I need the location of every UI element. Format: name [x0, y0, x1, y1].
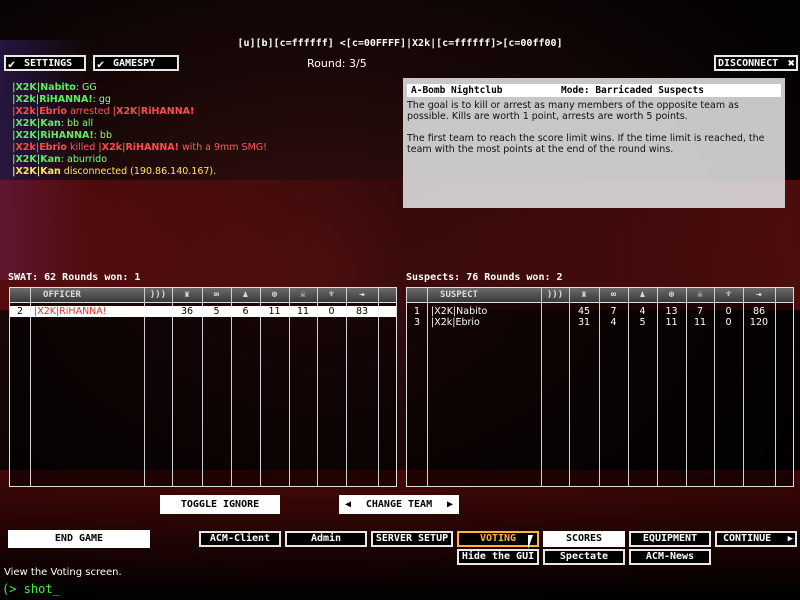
- play-arrow-icon: ▶: [787, 534, 793, 544]
- award-icon[interactable]: ♆: [714, 288, 743, 302]
- close-icon: ✖: [787, 56, 795, 70]
- chat-line: |X2K|RiHANNA!: bb: [12, 130, 112, 141]
- ping-icon[interactable]: ))): [541, 288, 569, 302]
- round-indicator: Round: 3/5: [307, 57, 367, 70]
- console-input[interactable]: (> shot_: [2, 582, 60, 596]
- network-icon[interactable]: ⇥: [346, 288, 378, 302]
- swat-team-title: SWAT: 62 Rounds won: 1: [8, 272, 141, 283]
- suspects-team-title: Suspects: 76 Rounds won: 2: [406, 272, 563, 283]
- voting-button[interactable]: VOTING: [457, 531, 539, 547]
- continue-button[interactable]: CONTINUE ▶: [715, 531, 797, 547]
- end-game-button[interactable]: END GAME: [8, 530, 150, 548]
- chat-log: |X2K|Nabito: GG |X2k|RiHANNA!: gg |X2k|E…: [12, 82, 267, 178]
- network-icon[interactable]: ⇥: [743, 288, 775, 302]
- skull-icon[interactable]: ☠: [289, 288, 317, 302]
- ping-icon[interactable]: ))): [144, 288, 172, 302]
- game-mode: Mode: Barricaded Suspects: [561, 85, 704, 96]
- suspects-scoreboard: SUSPECT ))) ♜ ∞ ♟ ⊕ ☠ ♆ ⇥ 1 |X2K|Nabito …: [406, 287, 794, 487]
- change-team-button[interactable]: ◀ CHANGE TEAM ▶: [339, 495, 459, 514]
- arrow-right-icon: ▶: [446, 499, 453, 510]
- server-setup-button[interactable]: SERVER SETUP: [371, 531, 453, 547]
- trophy-icon[interactable]: ♜: [172, 288, 202, 302]
- toggle-ignore-button[interactable]: TOGGLE IGNORE: [160, 495, 280, 514]
- map-name: A-Bomb Nightclub: [411, 85, 503, 96]
- handcuffs-icon[interactable]: ∞: [599, 288, 628, 302]
- table-row[interactable]: 1 |X2K|Nabito 45 7 4 13 7 0 86: [407, 306, 793, 317]
- swat-scoreboard: OFFICER ))) ♜ ∞ ♟ ⊕ ☠ ♆ ⇥ 2 |X2K|RiHANNA…: [9, 287, 397, 487]
- award-icon[interactable]: ♆: [317, 288, 346, 302]
- chat-line: |X2k|RiHANNA!: gg: [12, 94, 111, 105]
- handcuffs-icon[interactable]: ∞: [202, 288, 231, 302]
- map-info-header: A-Bomb Nightclub Mode: Barricaded Suspec…: [407, 84, 781, 97]
- suspect-column-header[interactable]: SUSPECT: [429, 288, 489, 302]
- trophy-icon[interactable]: ♜: [569, 288, 599, 302]
- server-title: [u][b][c=ffffff] <[c=00FFFF]|X2k|[c=ffff…: [237, 38, 563, 49]
- chat-line: |X2K|Nabito: GG: [12, 82, 97, 93]
- admin-button[interactable]: Admin: [285, 531, 367, 547]
- table-row[interactable]: 2 |X2K|RiHANNA! 36 5 6 11 11 0 83: [10, 306, 396, 317]
- gamespy-button[interactable]: ✔ GAMESPY: [93, 55, 179, 71]
- crosshair-icon[interactable]: ⊕: [260, 288, 289, 302]
- map-description: The goal is to kill or arrest as many me…: [407, 100, 765, 155]
- officer-column-header[interactable]: OFFICER: [32, 288, 92, 302]
- disconnect-button[interactable]: DISCONNECT ✖: [714, 55, 798, 71]
- status-text: View the Voting screen.: [4, 567, 122, 578]
- hide-gui-button[interactable]: Hide the GUI: [457, 549, 539, 565]
- settings-button[interactable]: ✔ SETTINGS: [4, 55, 86, 71]
- chat-line: |X2K|Kan disconnected (190.86.140.167).: [12, 166, 217, 177]
- chat-line: |X2K|Kan: bb all: [12, 118, 94, 129]
- skull-icon[interactable]: ☠: [686, 288, 714, 302]
- acm-client-button[interactable]: ACM-Client: [199, 531, 281, 547]
- mouse-cursor-icon: [528, 535, 538, 549]
- spectate-button[interactable]: Spectate: [543, 549, 625, 565]
- chat-line: |X2K|Kan: aburrido: [12, 154, 108, 165]
- chat-line: |X2k|Ebrio killed |X2k|RiHANNA! with a 9…: [12, 142, 267, 153]
- checkmark-icon: ✔: [8, 57, 16, 71]
- scores-button[interactable]: SCORES: [543, 531, 625, 547]
- equipment-button[interactable]: EQUIPMENT: [629, 531, 711, 547]
- arrow-left-icon: ◀: [345, 499, 352, 510]
- arrested-icon[interactable]: ♟: [231, 288, 260, 302]
- acm-news-button[interactable]: ACM-News: [629, 549, 711, 565]
- arrested-icon[interactable]: ♟: [628, 288, 657, 302]
- checkmark-icon: ✔: [97, 57, 105, 71]
- chat-line: |X2k|Ebrio arrested |X2K|RiHANNA!: [12, 106, 195, 117]
- table-row[interactable]: 3 |X2k|Ebrio 31 4 5 11 11 0 120: [407, 317, 793, 328]
- crosshair-icon[interactable]: ⊕: [657, 288, 686, 302]
- map-info-panel: A-Bomb Nightclub Mode: Barricaded Suspec…: [403, 78, 785, 208]
